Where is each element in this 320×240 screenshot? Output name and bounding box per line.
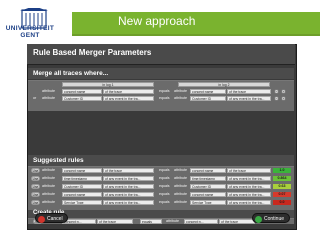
suggested-row-1-rhs-attr: attribute	[174, 168, 187, 172]
merge-row-2-add-icon[interactable]: +	[281, 96, 286, 101]
log2-label: in log 2	[178, 82, 270, 87]
suggested-row-5-op: equals	[159, 200, 170, 204]
suggested-row-4-lhs-name: concept:name	[62, 192, 102, 197]
suggested-row-3-op: equals	[159, 184, 170, 188]
merge-row-1-lhs-scope[interactable]: of the trace	[103, 89, 154, 94]
merge-row-1-rhs-scope[interactable]: of the trace	[227, 89, 271, 94]
suggested-row-1-lhs-scope: of the trace	[103, 168, 154, 173]
create-rhs-name-select[interactable]: concept:n...	[184, 218, 218, 224]
merge-row-1-add-icon[interactable]: +	[281, 89, 286, 94]
slide-title-bar	[72, 12, 320, 34]
merge-row-1-lhs-attr: attribute	[42, 89, 55, 93]
merge-row-2-lhs-attr: attribute	[42, 96, 55, 100]
suggested-row-3-rhs-scope: of any event in the tra...	[227, 184, 271, 189]
suggested-row-2-use-button[interactable]: Use	[31, 176, 40, 181]
create-op-select[interactable]: equals	[140, 218, 162, 224]
suggested-row-2-lhs-name: time:timestamp	[62, 176, 102, 181]
merge-row-2-remove-icon[interactable]: −	[274, 96, 279, 101]
cancel-label: Cancel	[47, 216, 63, 222]
suggested-row-3-lhs-attr: attribute	[42, 184, 55, 188]
university-name: UNIVERSITEIT GENT	[5, 25, 55, 39]
merge-row-2-lhs-name[interactable]: Customer ID	[62, 96, 102, 101]
suggested-row-5-score: 0.0	[273, 200, 291, 205]
title-underline	[72, 34, 320, 36]
suggested-row-4-use-button[interactable]: Use	[31, 192, 40, 197]
suggested-row-1-use-button[interactable]: Use	[31, 168, 40, 173]
merge-row-1-op[interactable]: equals	[159, 89, 170, 94]
log1-label: in log 1	[62, 82, 154, 87]
suggested-row-1-lhs-name: concept:name	[62, 168, 102, 173]
suggested-row-4-op: equals	[159, 192, 170, 196]
suggested-row-1-rhs-name: concept:name	[190, 168, 226, 173]
merge-row-2-rhs-name[interactable]: Customer ID	[190, 96, 226, 101]
merge-row-2-prefix: or	[33, 96, 37, 100]
suggested-row-3-rhs-attr: attribute	[174, 184, 187, 188]
suggested-row-4-rhs-name: concept:name	[190, 192, 226, 197]
merge-row-1-remove-icon[interactable]: −	[274, 89, 279, 94]
continue-icon	[255, 215, 262, 223]
suggested-row-5-lhs-attr: attribute	[42, 200, 55, 204]
suggested-row-4-lhs-attr: attribute	[42, 192, 55, 196]
footer-strip	[28, 224, 294, 228]
suggested-row-3-use-button[interactable]: Use	[31, 184, 40, 189]
slide-title: New approach	[118, 14, 196, 28]
cancel-icon	[38, 215, 45, 223]
suggested-row-2-score: 0.864	[273, 176, 291, 181]
suggested-row-3-score: 0.63	[273, 184, 291, 189]
create-rhs-attr: attribute	[166, 218, 179, 223]
suggested-row-4-lhs-scope: of any event in the tra...	[103, 192, 154, 197]
create-rhs-scope-select[interactable]: of the trace	[219, 218, 255, 224]
suggested-section-title: Suggested rules	[33, 157, 84, 164]
continue-button[interactable]: Continue	[252, 213, 290, 223]
suggested-row-4-score: 0.07	[273, 192, 291, 197]
create-lhs-scope-select[interactable]: of the trace	[97, 218, 133, 224]
suggested-row-5-rhs-name: Service Type	[190, 200, 226, 205]
merge-row-2-rhs-attr: attribute	[174, 96, 187, 100]
suggested-row-1-score: 1.0	[273, 168, 291, 173]
suggested-row-5-lhs-scope: of any event in the tra...	[103, 200, 154, 205]
continue-label: Continue	[264, 216, 285, 222]
merge-row-1-lhs-name[interactable]: concept:name	[62, 89, 102, 94]
suggested-row-5-rhs-attr: attribute	[174, 200, 187, 204]
suggested-row-3-rhs-name: Customer ID	[190, 184, 226, 189]
suggested-row-1-op: equals	[159, 168, 170, 172]
suggested-row-2-lhs-attr: attribute	[42, 176, 55, 180]
suggested-row-1-lhs-attr: attribute	[42, 168, 55, 172]
merge-row-2-lhs-scope[interactable]: of any event in the tra...	[103, 96, 154, 101]
suggested-row-2-rhs-attr: attribute	[174, 176, 187, 180]
suggested-row-5-lhs-name: Service Type	[62, 200, 102, 205]
suggested-row-1-rhs-scope: of the trace	[227, 168, 271, 173]
merge-section-title: Merge all traces where...	[33, 70, 109, 77]
merge-row-2-op[interactable]: equals	[159, 96, 170, 101]
suggested-row-5-use-button[interactable]: Use	[31, 200, 40, 205]
merge-row-1-rhs-name[interactable]: concept:name	[190, 89, 226, 94]
suggested-row-2-rhs-scope: of any event in the tra...	[227, 176, 271, 181]
suggested-row-3-lhs-name: Customer ID	[62, 184, 102, 189]
suggested-row-2-op: equals	[159, 176, 170, 180]
suggested-row-2-lhs-scope: of any event in the tra...	[103, 176, 154, 181]
suggested-row-5-rhs-scope: of any event in the tra...	[227, 200, 271, 205]
suggested-row-4-rhs-attr: attribute	[174, 192, 187, 196]
merge-row-1-rhs-attr: attribute	[174, 89, 187, 93]
suggested-row-2-rhs-name: time:timestamp	[190, 176, 226, 181]
suggested-row-4-rhs-scope: of any event in the tra...	[227, 192, 271, 197]
merge-row-2-rhs-scope[interactable]: of any event in the tra...	[227, 96, 271, 101]
app-title: Rule Based Merger Parameters	[33, 48, 152, 57]
suggested-row-3-lhs-scope: of any event in the tra...	[103, 184, 154, 189]
cancel-button[interactable]: Cancel	[35, 213, 68, 223]
